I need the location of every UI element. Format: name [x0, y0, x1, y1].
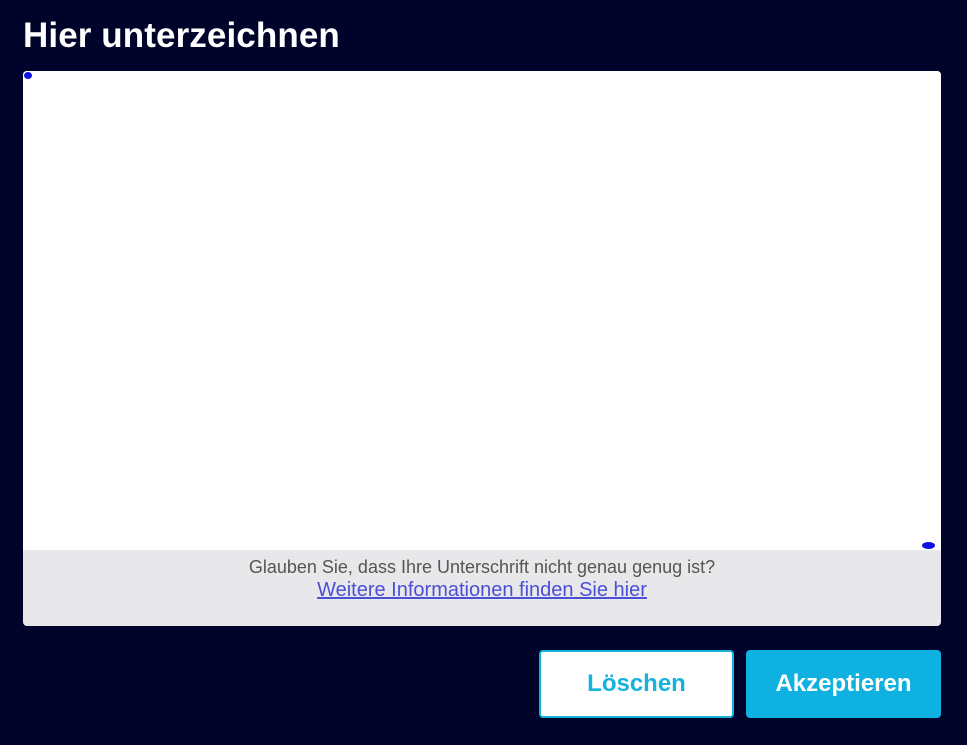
- signature-help: Glauben Sie, dass Ihre Unterschrift nich…: [23, 556, 941, 602]
- clear-button[interactable]: Löschen: [539, 650, 734, 718]
- page-title: Hier unterzeichnen: [23, 16, 340, 55]
- signature-stroke-dot: [24, 72, 32, 79]
- accept-button[interactable]: Akzeptieren: [746, 650, 941, 718]
- signature-panel: Glauben Sie, dass Ihre Unterschrift nich…: [23, 71, 941, 626]
- signature-stroke-dot: [922, 542, 935, 549]
- more-info-link[interactable]: Weitere Informationen finden Sie hier: [317, 578, 647, 602]
- signature-canvas[interactable]: [23, 71, 941, 550]
- signature-help-text: Glauben Sie, dass Ihre Unterschrift nich…: [248, 557, 716, 577]
